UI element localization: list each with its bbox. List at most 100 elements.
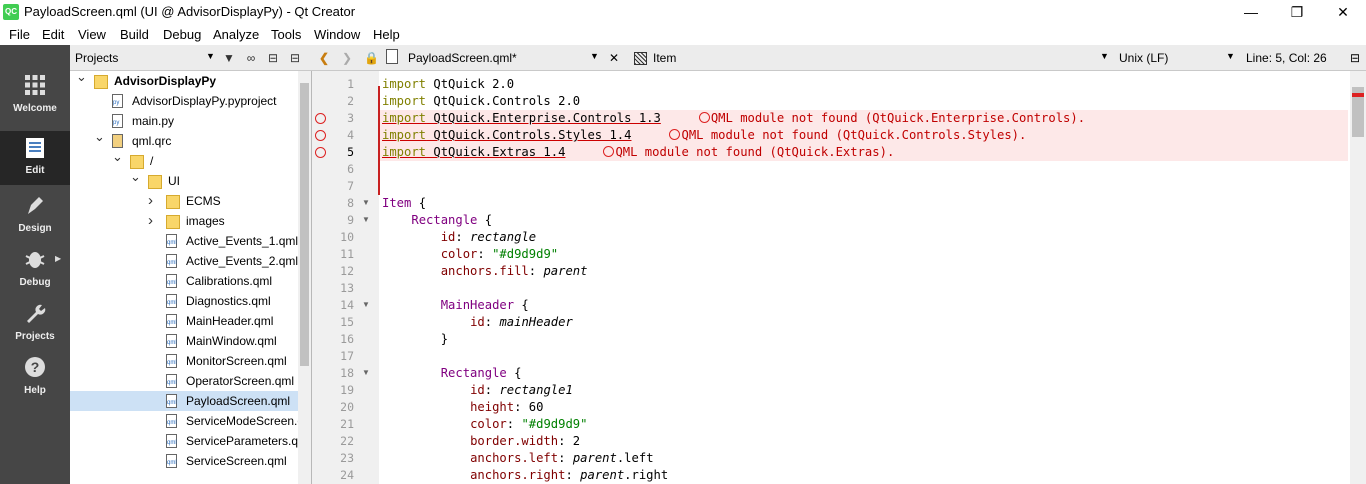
mode-edit[interactable]: Edit <box>0 131 70 185</box>
tree-item-label: AdvisorDisplayPy.pyproject <box>132 94 277 108</box>
menu-view[interactable]: View <box>78 27 106 42</box>
tree-item-label: ECMS <box>186 194 221 208</box>
minimize-button[interactable]: — <box>1228 0 1274 24</box>
split-icon[interactable]: ⊟ <box>264 49 282 67</box>
folder-icon <box>148 175 162 189</box>
tree-item[interactable]: qml Diagnostics.qml <box>70 291 298 311</box>
code-token: QtQuick.Enterprise.Controls 1.3 <box>426 111 661 125</box>
tree-item[interactable]: qml OperatorScreen.qml <box>70 371 298 391</box>
code-line: id: rectangle1 <box>382 382 573 399</box>
expand-arrow-icon[interactable]: ⌄ <box>94 127 106 147</box>
code-token: : <box>484 383 500 397</box>
code-area[interactable]: import QtQuick 2.0 import QtQuick.Control… <box>380 71 1350 484</box>
tree-item[interactable]: ⌄ / <box>70 149 298 171</box>
code-token: : <box>528 264 544 278</box>
tree-item[interactable]: › ECMS <box>70 191 298 211</box>
chevron-down-icon[interactable]: ▼ <box>206 51 215 61</box>
editor-scrollbar[interactable] <box>1350 71 1366 484</box>
tree-item-label: AdvisorDisplayPy <box>114 74 217 88</box>
cursor-position[interactable]: Line: 5, Col: 26 <box>1246 51 1327 65</box>
menu-file[interactable]: File <box>9 27 30 42</box>
qml-file-icon: qml <box>166 374 177 388</box>
menu-window[interactable]: Window <box>314 27 360 42</box>
tree-item[interactable]: qml Calibrations.qml <box>70 271 298 291</box>
tree-scrollbar[interactable] <box>298 71 311 484</box>
tree-item[interactable]: qml MonitorScreen.qml <box>70 351 298 371</box>
tree-item[interactable]: qml MainHeader.qml <box>70 311 298 331</box>
mode-welcome[interactable]: Welcome <box>0 65 70 119</box>
error-marker-icon[interactable] <box>315 130 326 141</box>
qml-file-icon: qml <box>166 434 177 448</box>
error-marker-icon[interactable] <box>315 147 326 158</box>
close-panel-icon[interactable]: ⊟ <box>286 49 304 67</box>
collapse-arrow-icon[interactable]: › <box>148 191 160 211</box>
folder-icon <box>94 75 108 89</box>
filter-icon[interactable]: ▼ <box>220 49 238 67</box>
code-token: color <box>440 247 478 261</box>
code-line: MainHeader { <box>382 297 529 314</box>
expand-arrow-icon[interactable]: ⌄ <box>76 71 88 87</box>
split-editor-icon[interactable]: ⊟ <box>1350 51 1360 65</box>
mode-debug[interactable]: Debug <box>0 239 70 293</box>
menu-debug[interactable]: Debug <box>163 27 201 42</box>
menu-tools[interactable]: Tools <box>271 27 301 42</box>
menu-build[interactable]: Build <box>120 27 149 42</box>
tree-item[interactable]: ⌄ AdvisorDisplayPy <box>70 71 298 91</box>
code-token: mainHeader <box>499 315 573 329</box>
expand-arrow-icon[interactable]: ⌄ <box>130 167 142 187</box>
document-chevron-icon[interactable]: ▼ <box>590 51 599 61</box>
code-token: Item <box>382 196 412 210</box>
maximize-button[interactable]: ❐ <box>1274 0 1320 24</box>
tree-item[interactable]: ⌄ qml.qrc <box>70 129 298 151</box>
tree-item[interactable]: py AdvisorDisplayPy.pyproject <box>70 91 298 111</box>
line-number: 12 <box>340 264 354 278</box>
tree-item[interactable]: qml Active_Events_1.qml <box>70 231 298 251</box>
back-icon[interactable]: ❮ <box>319 51 329 65</box>
tree-scrollbar-thumb[interactable] <box>300 83 309 366</box>
tree-item[interactable]: qml ServiceParameters.qml <box>70 431 298 451</box>
forward-icon[interactable]: ❯ <box>342 51 352 65</box>
code-editor[interactable]: 1 2 3 4 5 6 7 8 ▼ 9 ▼ 10 11 12 13 14 ▼ 15 16 17 18 ▼ 19 20 21 22 2… <box>312 71 1350 484</box>
close-button[interactable]: ✕ <box>1320 0 1366 24</box>
fold-arrow-icon[interactable]: ▼ <box>362 300 370 309</box>
window-title: PayloadScreen.qml (UI @ AdvisorDisplayPy… <box>24 4 356 19</box>
code-line: id: mainHeader <box>382 314 573 331</box>
symbol-selector[interactable]: Item <box>653 51 676 65</box>
tree-item[interactable]: qml Active_Events_2.qml <box>70 251 298 271</box>
tree-item[interactable]: qml ServiceScreen.qml <box>70 451 298 471</box>
menu-edit[interactable]: Edit <box>42 27 64 42</box>
expand-arrow-icon[interactable]: ⌄ <box>112 147 124 167</box>
pen-icon <box>28 197 43 214</box>
tree-item[interactable]: › images <box>70 211 298 231</box>
tree-item[interactable]: ⌄ UI <box>70 169 298 191</box>
tree-item[interactable]: qml ServiceModeScreen.qml <box>70 411 298 431</box>
line-ending-selector[interactable]: Unix (LF) <box>1119 51 1168 65</box>
tree-item[interactable]: qml MainWindow.qml <box>70 331 298 351</box>
code-token: .right <box>624 468 669 482</box>
fold-arrow-icon[interactable]: ▼ <box>362 215 370 224</box>
mode-help[interactable]: ? Help <box>0 347 70 401</box>
code-line: id: rectangle <box>382 229 536 246</box>
line-ending-chevron-icon[interactable]: ▼ <box>1226 51 1235 61</box>
symbol-chevron-icon[interactable]: ▼ <box>1100 51 1109 61</box>
close-document-icon[interactable]: ✕ <box>609 51 619 65</box>
document-selector[interactable]: PayloadScreen.qml* <box>408 51 517 65</box>
mode-design[interactable]: Design <box>0 185 70 239</box>
mode-projects[interactable]: Projects <box>0 293 70 347</box>
error-marker-icon[interactable] <box>315 113 326 124</box>
fold-arrow-icon[interactable]: ▼ <box>362 368 370 377</box>
fold-arrow-icon[interactable]: ▼ <box>362 198 370 207</box>
tree-item[interactable]: qml PayloadScreen.qml <box>70 391 298 411</box>
projects-view-selector[interactable]: Projects <box>75 51 118 65</box>
collapse-arrow-icon[interactable]: › <box>148 211 160 231</box>
line-number-gutter[interactable]: 1 2 3 4 5 6 7 8 ▼ 9 ▼ 10 11 12 13 14 ▼ 15 16 17 18 ▼ 19 20 21 22 2… <box>312 71 380 484</box>
link-icon[interactable]: ∞ <box>242 49 260 67</box>
menu-help[interactable]: Help <box>373 27 400 42</box>
menu-analyze[interactable]: Analyze <box>213 27 259 42</box>
